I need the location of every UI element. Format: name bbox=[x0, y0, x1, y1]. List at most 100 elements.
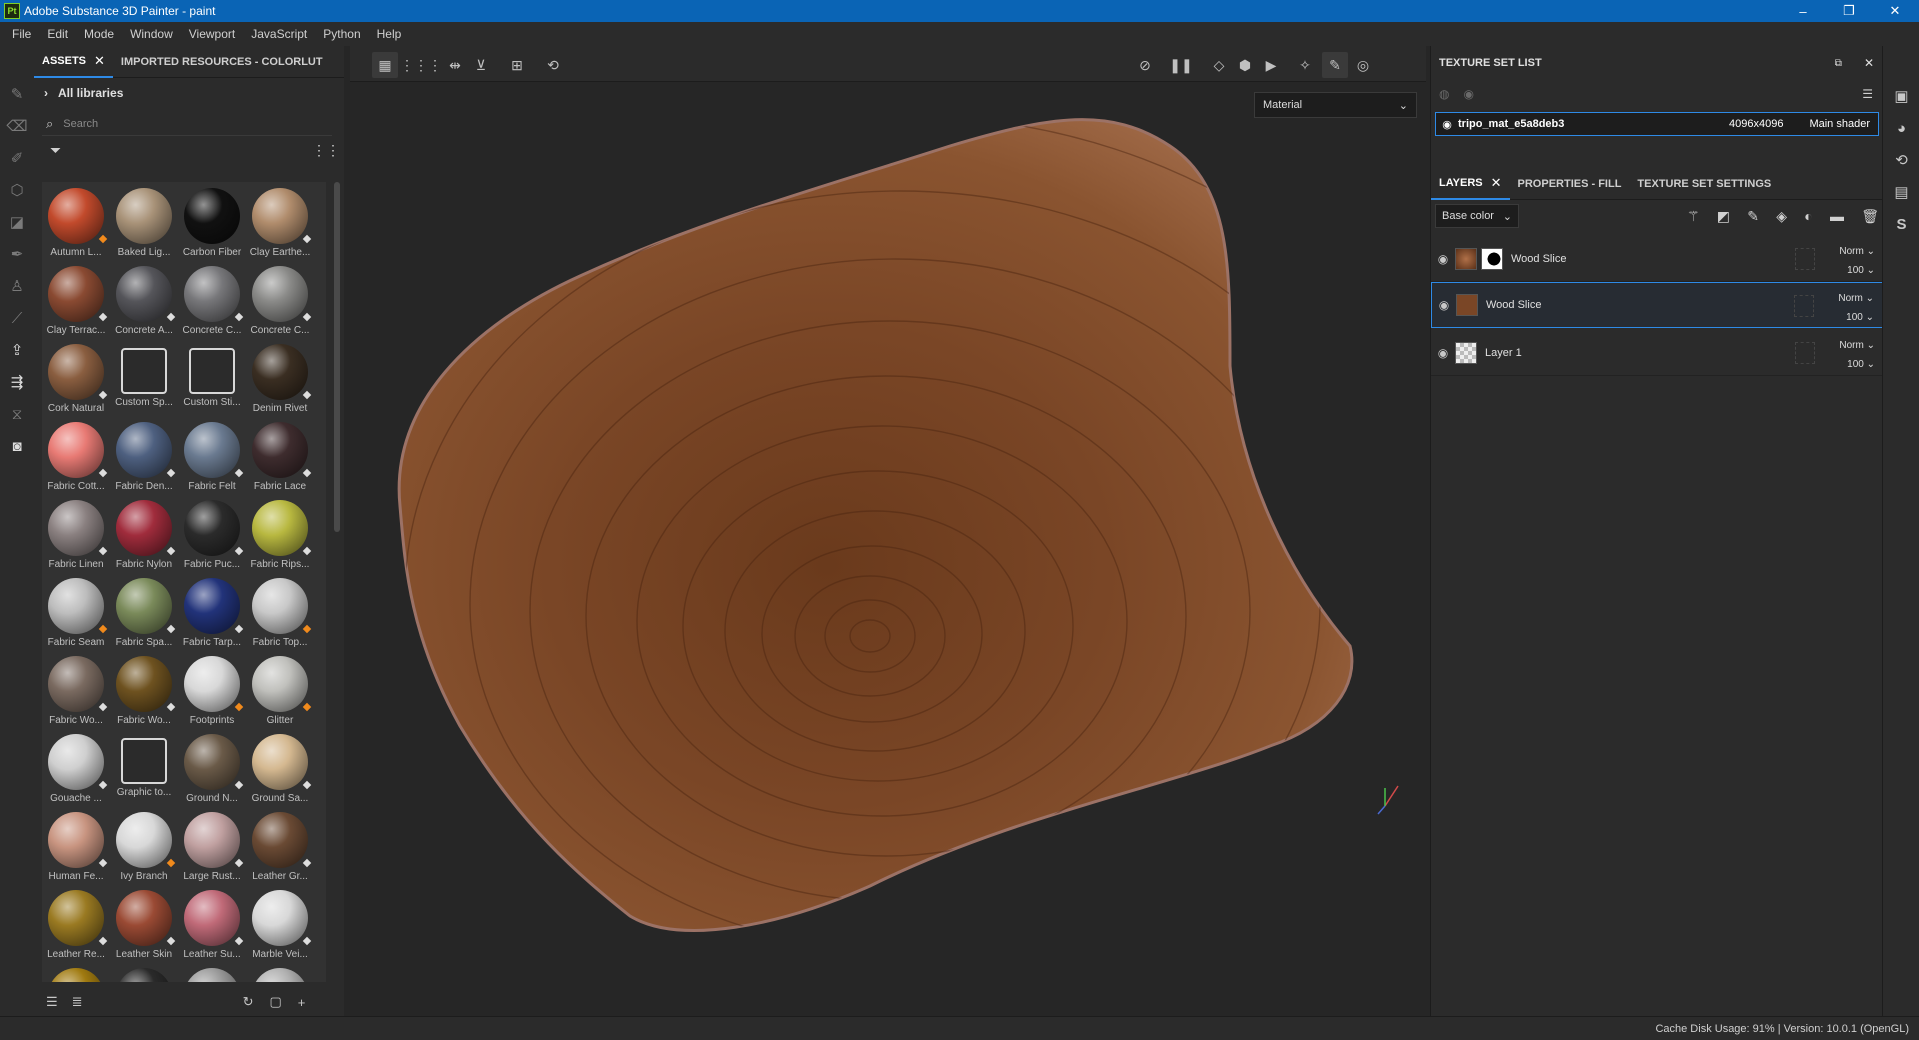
view-2d-icon[interactable]: ◇ bbox=[1206, 52, 1232, 78]
asset-item[interactable]: Custom Sti... bbox=[178, 338, 246, 416]
asset-item[interactable]: Autumn L... bbox=[42, 182, 110, 260]
delete-icon[interactable]: 🗑 bbox=[1861, 208, 1879, 225]
search-box[interactable]: ⌕ Search bbox=[42, 112, 332, 136]
asset-item[interactable]: Concrete C... bbox=[246, 260, 314, 338]
menu-python[interactable]: Python bbox=[315, 27, 368, 41]
asset-item[interactable]: Leather Skin bbox=[110, 884, 178, 962]
texture-set-shader[interactable]: Main shader bbox=[1809, 118, 1870, 130]
grid-snap-icon[interactable]: ▦ bbox=[372, 52, 398, 78]
asset-item[interactable]: Concrete C... bbox=[178, 260, 246, 338]
add-effect-icon[interactable]: ⚚ bbox=[1687, 208, 1700, 225]
eye-icon[interactable]: ◉ bbox=[1431, 346, 1455, 360]
minimize-button[interactable]: – bbox=[1783, 0, 1823, 22]
paint-mode-icon[interactable]: ✎ bbox=[1322, 52, 1348, 78]
close-icon[interactable]: ✕ bbox=[94, 53, 105, 69]
asset-item[interactable]: Fabric Rips... bbox=[246, 494, 314, 572]
menu-javascript[interactable]: JavaScript bbox=[243, 27, 315, 41]
tab-properties-fill[interactable]: PROPERTIES - FILL bbox=[1510, 168, 1630, 200]
library-selector[interactable]: › All libraries bbox=[44, 86, 123, 100]
layer-blend-controls[interactable]: Norm ⌄ 100 ⌄ bbox=[1826, 289, 1874, 327]
menu-edit[interactable]: Edit bbox=[39, 27, 76, 41]
log-icon[interactable]: ▤ bbox=[1883, 176, 1919, 208]
layer-blend-controls[interactable]: Norm ⌄ 100 ⌄ bbox=[1827, 242, 1875, 280]
asset-item[interactable]: Fabric Lace bbox=[246, 416, 314, 494]
eraser-icon[interactable]: ⌫ bbox=[0, 110, 34, 142]
geometry-mask-icon[interactable]: ⧖ bbox=[0, 398, 34, 430]
asset-item[interactable]: Leather Gr... bbox=[246, 806, 314, 884]
asset-item[interactable]: Clay Terrac... bbox=[42, 260, 110, 338]
search-input[interactable]: Search bbox=[63, 118, 98, 130]
display-settings-icon[interactable]: ▣ bbox=[1883, 80, 1919, 112]
bake-icon[interactable]: ⇪ bbox=[0, 334, 34, 366]
viewport[interactable] bbox=[350, 46, 1426, 1016]
asset-item[interactable]: Baked Lig... bbox=[110, 182, 178, 260]
add-smart-material-icon[interactable]: ◐ bbox=[1804, 208, 1812, 224]
asset-item[interactable]: Fabric Den... bbox=[110, 416, 178, 494]
asset-item[interactable]: Fabric Linen bbox=[42, 494, 110, 572]
asset-item[interactable]: Leather Re... bbox=[42, 884, 110, 962]
add-icon[interactable]: + bbox=[298, 995, 306, 1010]
close-button[interactable]: ✕ bbox=[1875, 0, 1915, 22]
asset-item[interactable]: Denim Rivet bbox=[246, 338, 314, 416]
new-folder-icon[interactable]: ▢ bbox=[269, 994, 281, 1010]
layer-name[interactable]: Wood Slice bbox=[1511, 253, 1566, 265]
screenshot-icon[interactable]: ◙ bbox=[0, 430, 34, 462]
asset-item[interactable]: Clay Earthe... bbox=[246, 182, 314, 260]
asset-item[interactable]: Concrete A... bbox=[110, 260, 178, 338]
add-fill-layer-icon[interactable]: ◈ bbox=[1776, 208, 1787, 225]
tab-texture-set-settings[interactable]: TEXTURE SET SETTINGS bbox=[1629, 168, 1779, 200]
measure-icon[interactable]: ⟋ bbox=[0, 302, 34, 334]
asset-item[interactable]: Footprints bbox=[178, 650, 246, 728]
texture-set-item[interactable]: ◉ tripo_mat_e5a8deb3 4096x4096 Main shad… bbox=[1435, 112, 1879, 136]
filter-icon[interactable]: ⏷ bbox=[50, 142, 61, 159]
mirror-x-icon[interactable]: ⇹ bbox=[442, 52, 468, 78]
asset-item[interactable]: Fabric Cott... bbox=[42, 416, 110, 494]
export-icon[interactable]: ⇶ bbox=[0, 366, 34, 398]
asset-item[interactable]: Marble Vei... bbox=[246, 884, 314, 962]
asset-item[interactable] bbox=[42, 962, 110, 982]
asset-item[interactable] bbox=[110, 962, 178, 982]
sort-list-icon[interactable]: ≣ bbox=[72, 994, 83, 1010]
asset-item[interactable]: Fabric Wo... bbox=[110, 650, 178, 728]
tab-layers[interactable]: LAYERS ✕ bbox=[1431, 168, 1510, 200]
float-panel-icon[interactable]: ⧉ bbox=[1835, 58, 1842, 69]
add-paint-layer-icon[interactable]: ✎ bbox=[1747, 208, 1759, 225]
pause-icon[interactable]: ❚❚ bbox=[1168, 52, 1194, 78]
shader-settings-icon[interactable]: ◕ bbox=[1883, 112, 1919, 144]
asset-item[interactable]: Fabric Tarp... bbox=[178, 572, 246, 650]
tab-assets[interactable]: ASSETS ✕ bbox=[34, 46, 113, 78]
add-mask-icon[interactable]: ◩ bbox=[1717, 208, 1730, 225]
layer-name[interactable]: Layer 1 bbox=[1485, 347, 1522, 359]
assets-scrollbar[interactable] bbox=[334, 182, 340, 532]
asset-item[interactable]: Large Rust... bbox=[178, 806, 246, 884]
camera-icon[interactable]: ▶ bbox=[1258, 52, 1284, 78]
history-icon[interactable]: ⟲ bbox=[540, 52, 566, 78]
filter-list-icon[interactable]: ☰ bbox=[46, 994, 58, 1010]
eye-icon[interactable]: ◉ bbox=[1432, 298, 1456, 312]
asset-item[interactable]: Ground Sa... bbox=[246, 728, 314, 806]
screenshot-camera-icon[interactable]: ◎ bbox=[1350, 52, 1376, 78]
asset-item[interactable]: Cork Natural bbox=[42, 338, 110, 416]
mask-thumbnail[interactable] bbox=[1481, 247, 1503, 270]
material-mode-select[interactable]: Material ⌄ bbox=[1254, 92, 1417, 118]
asset-item[interactable]: Human Fe... bbox=[42, 806, 110, 884]
close-icon[interactable]: ✕ bbox=[1491, 175, 1502, 191]
tile-grid-icon[interactable]: ⋮⋮⋮ bbox=[400, 52, 442, 78]
layer-row-selected[interactable]: ◉ Wood Slice Norm ⌄ 100 ⌄ bbox=[1431, 282, 1883, 328]
add-folder-icon[interactable]: ▬ bbox=[1830, 208, 1844, 224]
history-panel-icon[interactable]: ⟲ bbox=[1883, 144, 1919, 176]
menu-mode[interactable]: Mode bbox=[76, 27, 122, 41]
paint-brush-icon[interactable]: ✎ bbox=[0, 78, 34, 110]
asset-item[interactable]: Fabric Puc... bbox=[178, 494, 246, 572]
menu-window[interactable]: Window bbox=[122, 27, 181, 41]
substance-icon[interactable]: S bbox=[1883, 208, 1919, 240]
clone-icon[interactable]: ✒ bbox=[0, 238, 34, 270]
asset-item[interactable]: Graphic to... bbox=[110, 728, 178, 806]
view-3d-icon[interactable]: ⬢ bbox=[1232, 52, 1258, 78]
asset-item[interactable]: Ground N... bbox=[178, 728, 246, 806]
layer-name[interactable]: Wood Slice bbox=[1486, 299, 1541, 311]
asset-item[interactable]: Fabric Wo... bbox=[42, 650, 110, 728]
hide-all-icon[interactable]: ◍ bbox=[1439, 87, 1449, 101]
asset-item[interactable]: Leather Su... bbox=[178, 884, 246, 962]
asset-item[interactable] bbox=[178, 962, 246, 982]
